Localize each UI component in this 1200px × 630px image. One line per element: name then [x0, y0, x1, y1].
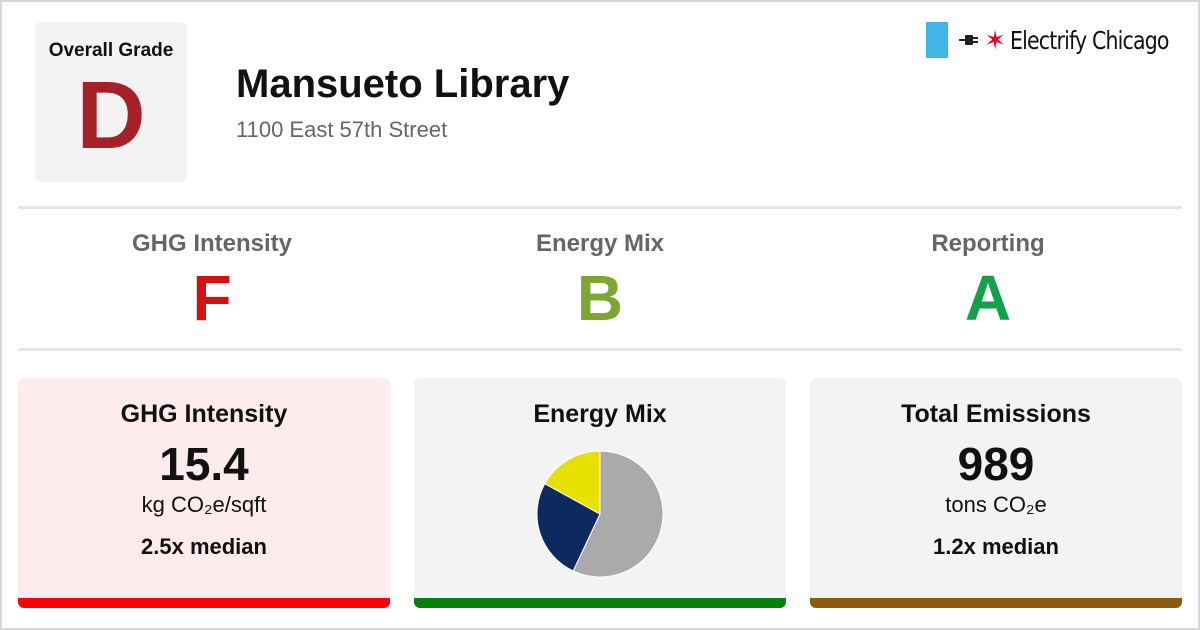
brand-name: Electrify Chicago [1010, 25, 1169, 55]
chicago-flag-stripe-icon [926, 22, 949, 58]
energy-mix-card: Energy Mix [414, 378, 786, 608]
ghg-card-accent-bar [18, 598, 390, 608]
building-address: 1100 East 57th Street [236, 117, 448, 142]
divider-middle [18, 348, 1182, 351]
mix-card-title: Energy Mix [533, 400, 667, 428]
summary-energy-mix-label: Energy Mix [535, 230, 665, 257]
emissions-card-accent-bar [810, 598, 1182, 608]
ghg-card-title: GHG Intensity [120, 400, 288, 428]
divider-top [18, 206, 1182, 209]
ghg-card-value: 15.4 [159, 438, 249, 490]
emissions-card-unit: tons CO₂e [945, 491, 1047, 517]
overall-grade-box: Overall Grade D [35, 22, 187, 182]
emissions-card-value: 989 [957, 438, 1035, 490]
energy-mix-pie-chart [536, 450, 664, 578]
summary-reporting-label: Reporting [931, 230, 1045, 257]
total-emissions-card: Total Emissions 989 tons CO₂e 1.2x media… [810, 378, 1182, 608]
summary-ghg-label: GHG Intensity [131, 230, 293, 257]
plug-icon [959, 35, 979, 45]
building-name: Mansueto Library [236, 62, 570, 106]
summary-energy-mix-grade: B [576, 262, 624, 334]
summary-reporting: Reporting A [794, 210, 1182, 350]
summary-reporting-grade: A [964, 262, 1012, 334]
summary-ghg: GHG Intensity F [18, 210, 406, 350]
ghg-card-unit: kg CO₂e/sqft [141, 491, 267, 517]
ghg-intensity-card: GHG Intensity 15.4 kg CO₂e/sqft 2.5x med… [18, 378, 390, 608]
mix-card-accent-bar [414, 598, 786, 608]
ghg-card-median: 2.5x median [141, 533, 267, 559]
summary-ghg-grade: F [192, 262, 232, 334]
electrify-chicago-logo[interactable]: ✶ Electrify Chicago [926, 22, 1176, 58]
overall-grade-label: Overall Grade [48, 40, 174, 61]
summary-energy-mix: Energy Mix B [406, 210, 794, 350]
energy-mix-pie-wrap [414, 449, 786, 579]
emissions-card-median: 1.2x median [933, 533, 1059, 559]
grade-summary: GHG Intensity F Energy Mix B Reporting A [18, 210, 1182, 350]
emissions-card-title: Total Emissions [901, 400, 1091, 428]
star-icon: ✶ [984, 25, 1006, 55]
overall-grade-letter: D [76, 62, 146, 169]
